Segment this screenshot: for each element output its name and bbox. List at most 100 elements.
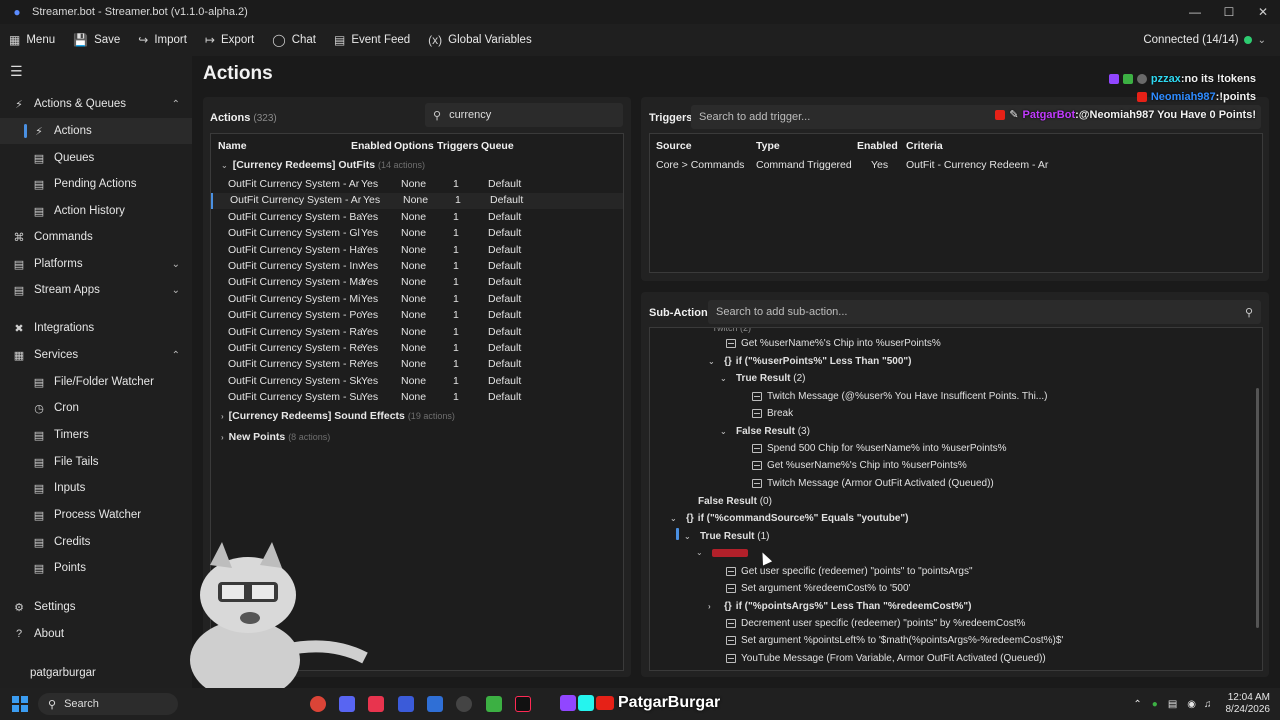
row-queue: Default — [488, 374, 522, 387]
windows-start-icon[interactable] — [12, 696, 28, 712]
sidebar-item-file-tails[interactable]: ▤ File Tails — [0, 449, 192, 475]
obs-icon[interactable] — [456, 696, 472, 712]
subaction-search-input[interactable]: Search to add sub-action... ⚲ — [708, 300, 1261, 324]
subaction-break[interactable]: Break — [752, 408, 793, 419]
chevron-up-icon[interactable]: ⌃ — [1133, 699, 1141, 710]
sidebar-item-pending-actions[interactable]: ▤ Pending Actions — [0, 171, 192, 197]
mic-icon[interactable]: ● — [1152, 699, 1158, 710]
subaction-spend-chip[interactable]: Spend 500 Chip for %userName% into %user… — [752, 443, 1007, 454]
table-row[interactable]: OutFit Currency System - Po Yes None 1 Defau… — [211, 308, 623, 324]
table-row[interactable]: OutFit Currency System - Ma Yes None 1 Defau… — [211, 275, 623, 291]
sidebar-item-inputs[interactable]: ▤ Inputs — [0, 475, 192, 501]
table-row[interactable]: OutFit Currency System - Re Yes None 1 Defau… — [211, 341, 623, 357]
group-outfits[interactable]: ⌄ [Currency Redeems] OutFits (14 actions) — [221, 159, 425, 171]
group-sound-effects[interactable]: › [Currency Redeems] Sound Effects (19 ac… — [221, 410, 455, 422]
sidebar-item-action-history[interactable]: ▤ Action History — [0, 198, 192, 224]
close-button[interactable]: ✕ — [1246, 0, 1280, 24]
group-new-points[interactable]: › New Points (8 actions) — [221, 431, 330, 443]
table-row[interactable]: OutFit Currency System - Sk Yes None 1 Defau… — [211, 374, 623, 390]
volume-icon[interactable]: ♫ — [1204, 699, 1212, 710]
sidebar-item-actions[interactable]: ⚡ Actions — [0, 118, 192, 144]
app-icon[interactable] — [368, 696, 384, 712]
event-feed-button[interactable]: ▤ Event Feed — [325, 24, 419, 56]
col-queue[interactable]: Queue — [481, 140, 514, 152]
table-row[interactable]: OutFit Currency System - Ra Yes None 1 Defau… — [211, 325, 623, 341]
chevron-right-icon: › — [221, 433, 224, 442]
group-name: [Currency Redeems] OutFits — [232, 159, 376, 171]
col-enabled[interactable]: Enabled — [351, 140, 392, 152]
subaction-disabled-group[interactable]: ⌄ — [696, 548, 748, 557]
sidebar-item-integrations[interactable]: ✖ Integrations — [0, 315, 192, 341]
subaction-true-result[interactable]: ⌄ True Result (2) — [720, 373, 805, 384]
subaction-set-redeemcost[interactable]: Set argument %redeemCost% to '500' — [726, 583, 910, 594]
menu-button[interactable]: ▦ Menu — [0, 24, 64, 56]
table-row[interactable]: OutFit Currency System - Mi Yes None 1 Defau… — [211, 292, 623, 308]
table-row[interactable]: OutFit Currency System - Ha Yes None 1 Defau… — [211, 243, 623, 259]
subaction-get-chip[interactable]: Get %userName%'s Chip into %userPoints% — [726, 338, 941, 349]
trigger-row[interactable]: Core > Commands Command Triggered Yes Ou… — [650, 158, 1262, 174]
subactions-scrollbar[interactable] — [1256, 388, 1259, 628]
table-row[interactable]: OutFit Currency System - Su Yes None 1 Defau… — [211, 390, 623, 406]
col-triggers[interactable]: Triggers — [437, 140, 478, 152]
sidebar-item-cron[interactable]: ◷ Cron — [0, 395, 192, 421]
sidebar-item-file-folder-watcher[interactable]: ▤ File/Folder Watcher — [0, 369, 192, 395]
col-criteria[interactable]: Criteria — [906, 140, 943, 152]
table-row[interactable]: OutFit Currency System - Ba Yes None 1 Defau… — [211, 210, 623, 226]
subaction-if-pointsargs[interactable]: › {} if ("%pointsArgs%" Less Than "%redeem… — [708, 601, 971, 612]
app-icon[interactable] — [486, 696, 502, 712]
subaction-true-result-2[interactable]: ⌄ True Result (1) — [684, 531, 769, 542]
sidebar-item-timers[interactable]: ▤ Timers — [0, 422, 192, 448]
subaction-twitch-message[interactable]: Twitch Message (@%user% You Have Insuffi… — [752, 391, 1047, 402]
sidebar-item-commands[interactable]: ⌘ Commands — [0, 224, 192, 250]
row-queue: Default — [488, 309, 522, 322]
subaction-set-pointsleft[interactable]: Set argument %pointsLeft% to '$math(%poi… — [726, 635, 1063, 646]
subaction-twitch-message-2[interactable]: Twitch Message (Armor OutFit Activated (… — [752, 478, 994, 489]
sidebar-item-platforms[interactable]: ▤ Platforms ⌄ — [0, 251, 192, 277]
chat-button[interactable]: ◯ Chat — [263, 24, 325, 56]
sidebar-item-queues[interactable]: ▤ Queues — [0, 145, 192, 171]
display-icon[interactable]: ▤ — [1168, 699, 1177, 710]
hamburger-icon[interactable]: ☰ — [10, 63, 23, 80]
wifi-icon[interactable]: ◉ — [1187, 699, 1196, 710]
sidebar-item-label: Commands — [34, 231, 93, 243]
discord-icon[interactable] — [339, 696, 355, 712]
sidebar-item-process-watcher[interactable]: ▤ Process Watcher — [0, 502, 192, 528]
streamerbot-icon[interactable] — [398, 696, 414, 712]
subaction-youtube-message[interactable]: YouTube Message (From Variable, Armor Ou… — [726, 653, 1046, 664]
save-button[interactable]: 💾 Save — [64, 24, 129, 56]
subaction-decrement-points[interactable]: Decrement user specific (redeemer) "poin… — [726, 618, 1025, 629]
table-row[interactable]: OutFit Currency System - Gl Yes None 1 Defau… — [211, 226, 623, 242]
col-name[interactable]: Name — [218, 140, 247, 152]
import-button[interactable]: ↪ Import — [129, 24, 196, 56]
subaction-false-result[interactable]: ⌄ False Result (3) — [720, 426, 810, 437]
vscode-icon[interactable] — [427, 696, 443, 712]
actions-search-input[interactable]: ⚲ currency — [425, 103, 623, 127]
export-button[interactable]: ↦ Export — [196, 24, 263, 56]
table-row[interactable]: OutFit Currency System - Re Yes None 1 Defau… — [211, 357, 623, 373]
minimize-button[interactable]: — — [1178, 0, 1212, 24]
sidebar-item-actions-queues[interactable]: ⚡ Actions & Queues ⌃ — [0, 91, 192, 117]
table-row[interactable]: OutFit Currency System - Ar Yes None 1 Defau… — [211, 177, 623, 193]
maximize-button[interactable]: ☐ — [1212, 0, 1246, 24]
sidebar-item-services[interactable]: ▦ Services ⌃ — [0, 342, 192, 368]
col-source[interactable]: Source — [656, 140, 692, 152]
tiktok-icon[interactable] — [515, 696, 531, 712]
global-variables-button[interactable]: (x) Global Variables — [419, 24, 541, 56]
col-enabled[interactable]: Enabled — [857, 140, 898, 152]
chrome-icon[interactable] — [310, 696, 326, 712]
subaction-if-commandsource[interactable]: ⌄ {} if ("%commandSource%" Equals "youtube… — [670, 513, 1262, 524]
col-options[interactable]: Options — [394, 140, 434, 152]
table-row[interactable]: OutFit Currency System - Ar Yes None 1 Defau… — [211, 193, 623, 210]
subaction-if-userpoints[interactable]: ⌄ {} if ("%userPoints%" Less Than "500") — [708, 356, 911, 367]
subaction-get-chip-2[interactable]: Get %userName%'s Chip into %userPoints% — [752, 460, 967, 471]
chevron-right-icon: › — [708, 602, 711, 611]
taskbar-search[interactable]: ⚲ Search — [38, 693, 178, 715]
col-type[interactable]: Type — [756, 140, 780, 152]
subaction-get-user-points[interactable]: Get user specific (redeemer) "points" to… — [726, 566, 973, 577]
table-row[interactable]: OutFit Currency System - Inv Yes None 1 Defa… — [211, 259, 623, 275]
connection-status[interactable]: Connected (14/14) ⌄ — [1143, 24, 1266, 56]
sidebar-item-stream-apps[interactable]: ▤ Stream Apps ⌄ — [0, 277, 192, 303]
subaction-false-result-outer[interactable]: False Result (0) — [698, 496, 772, 507]
clock[interactable]: 12:04 AM 8/24/2026 — [1226, 692, 1271, 716]
row-name: OutFit Currency System - Inv — [228, 260, 364, 272]
